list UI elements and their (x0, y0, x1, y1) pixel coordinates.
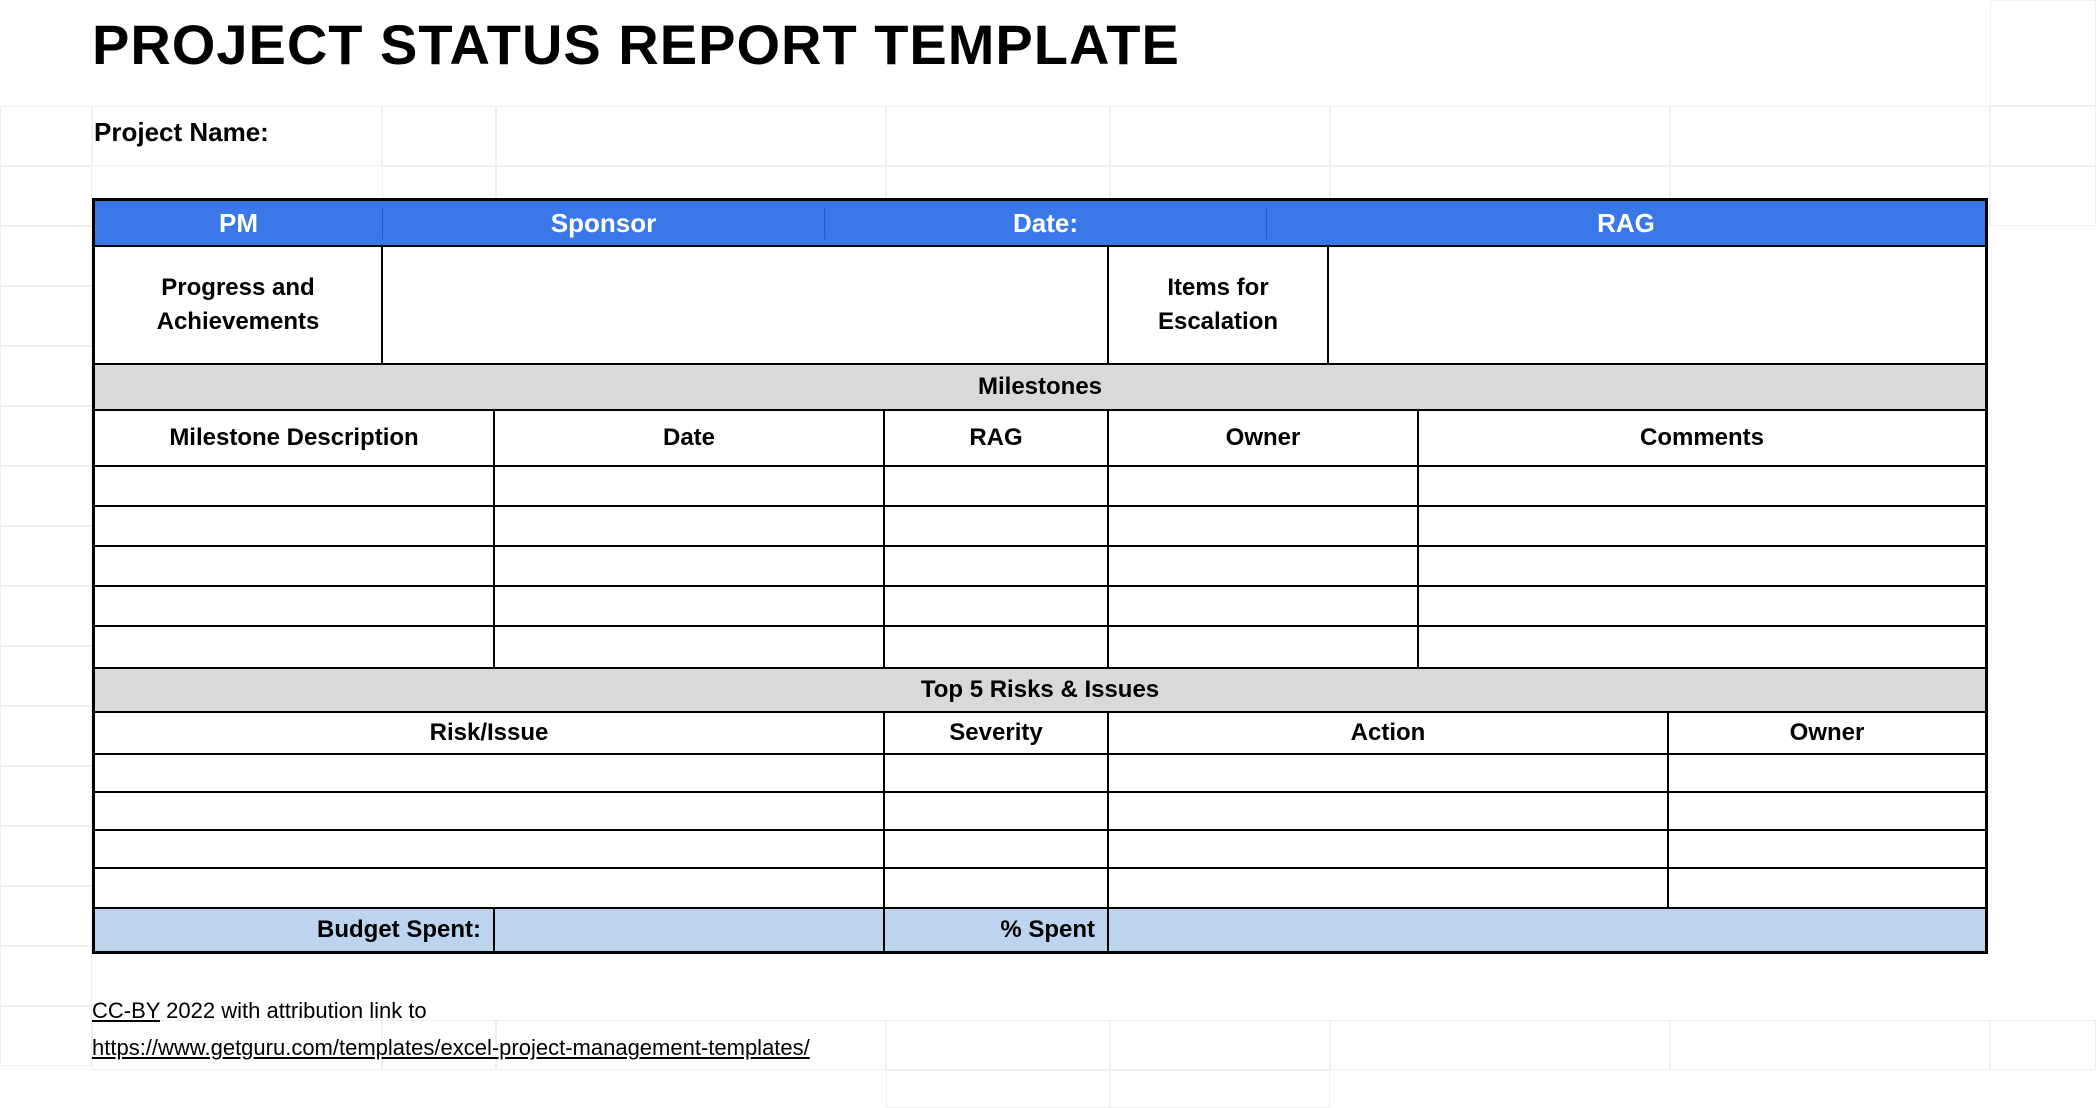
spreadsheet-canvas: PROJECT STATUS REPORT TEMPLATE Project N… (0, 0, 2096, 1108)
milestones-col-date: Date (495, 411, 885, 465)
budget-pct-label: % Spent (885, 909, 1109, 951)
milestones-header-row: Milestone Description Date RAG Owner Com… (95, 411, 1985, 467)
risk-row[interactable] (95, 793, 1985, 831)
risks-col-severity: Severity (885, 713, 1109, 753)
items-escalation-label: Items for Escalation (1109, 247, 1329, 363)
header-date: Date: (825, 208, 1267, 239)
milestones-col-description: Milestone Description (95, 411, 495, 465)
project-name-label: Project Name: (92, 117, 1992, 148)
risk-row[interactable] (95, 755, 1985, 793)
header-pm: PM (95, 208, 383, 239)
milestones-section-title: Milestones (95, 365, 1985, 411)
document-title: PROJECT STATUS REPORT TEMPLATE (92, 12, 1992, 77)
budget-spent-label: Budget Spent: (95, 909, 495, 951)
license-year-text: 2022 with attribution link to (160, 998, 427, 1023)
header-row: PM Sponsor Date: RAG (95, 201, 1985, 245)
risks-col-owner: Owner (1669, 713, 1985, 753)
progress-achievements-label: Progress and Achievements (95, 247, 383, 363)
milestone-row[interactable] (95, 467, 1985, 507)
risks-col-risk-issue: Risk/Issue (95, 713, 885, 753)
budget-row: Budget Spent: % Spent (95, 907, 1985, 951)
risks-section-title: Top 5 Risks & Issues (95, 667, 1985, 713)
progress-row: Progress and Achievements Items for Esca… (95, 245, 1985, 365)
milestone-row[interactable] (95, 507, 1985, 547)
risks-col-action: Action (1109, 713, 1669, 753)
milestone-row[interactable] (95, 587, 1985, 627)
attribution-link[interactable]: https://www.getguru.com/templates/excel-… (92, 1035, 810, 1060)
budget-spent-value[interactable] (495, 909, 885, 951)
milestone-row[interactable] (95, 547, 1985, 587)
risk-row[interactable] (95, 869, 1985, 907)
progress-achievements-value[interactable] (383, 247, 1109, 363)
milestones-col-owner: Owner (1109, 411, 1419, 465)
milestone-row[interactable] (95, 627, 1985, 667)
header-rag: RAG (1267, 208, 1985, 239)
risks-header-row: Risk/Issue Severity Action Owner (95, 713, 1985, 755)
budget-pct-value[interactable] (1109, 909, 1985, 951)
items-escalation-value[interactable] (1329, 247, 1985, 363)
risk-row[interactable] (95, 831, 1985, 869)
status-report-table: PM Sponsor Date: RAG Progress and Achiev… (92, 198, 1988, 954)
header-sponsor: Sponsor (383, 208, 825, 239)
attribution-block: CC-BY 2022 with attribution link to http… (92, 992, 1992, 1067)
license-label: CC-BY (92, 998, 160, 1023)
milestones-col-rag: RAG (885, 411, 1109, 465)
milestones-col-comments: Comments (1419, 411, 1985, 465)
